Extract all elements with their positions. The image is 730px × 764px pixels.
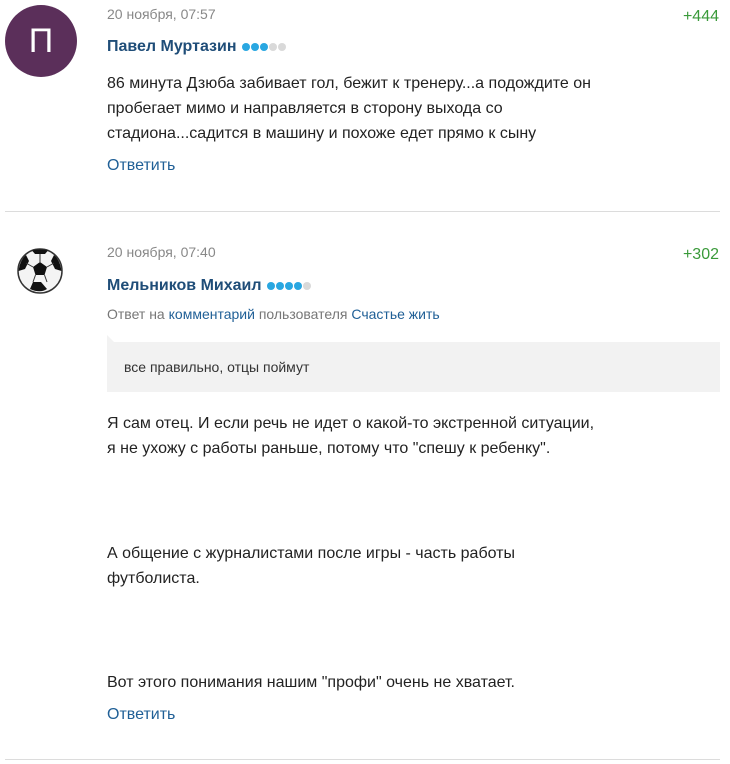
comment-text: А общение с журналистами после игры - ча… xyxy=(107,541,722,591)
reply-to-comment-link[interactable]: комментарий xyxy=(169,306,255,322)
author-name[interactable]: Павел Муртазин xyxy=(107,38,237,56)
rank-dot xyxy=(250,43,259,51)
rank-dots xyxy=(266,282,311,290)
comment-author[interactable]: Мельников Михаил xyxy=(107,277,311,295)
rank-dot xyxy=(275,282,284,290)
comment-line: Я сам отец. И если речь не идет о какой-… xyxy=(107,415,595,432)
comment-rating: +444 xyxy=(682,8,719,25)
avatar[interactable]: П xyxy=(5,5,77,77)
rank-dot xyxy=(241,43,250,51)
comment-line: стадиона...садится в машину и похоже еде… xyxy=(107,125,537,142)
comment-line: пробегает мимо и направляется в сторону … xyxy=(107,100,503,117)
reply-button[interactable]: Ответить xyxy=(107,157,175,175)
rank-dot xyxy=(259,43,268,51)
comment-author[interactable]: Павел Муртазин xyxy=(107,38,286,56)
reply-button[interactable]: Ответить xyxy=(107,706,175,724)
rank-dot xyxy=(284,282,293,290)
rank-dot xyxy=(302,282,311,290)
rank-dot xyxy=(277,43,286,51)
divider xyxy=(5,759,720,760)
comment-line: 86 минута Дзюба забивает гол, бежит к тр… xyxy=(107,75,591,92)
comment-line: А общение с журналистами после игры - ча… xyxy=(107,545,515,562)
rank-dot xyxy=(266,282,275,290)
comment-text: Я сам отец. И если речь не идет о какой-… xyxy=(107,411,722,461)
rank-dots xyxy=(241,43,286,51)
comment-line: Вот этого понимания нашим "профи" очень … xyxy=(107,674,515,691)
comment-text: Вот этого понимания нашим "профи" очень … xyxy=(107,670,722,695)
comment-date: 20 ноября, 07:40 xyxy=(107,244,216,260)
reply-to-prefix: Ответ на xyxy=(107,306,165,322)
comment-text: 86 минута Дзюба забивает гол, бежит к тр… xyxy=(107,71,722,146)
quoted-comment: все правильно, отцы поймут xyxy=(107,342,720,392)
comment-line: футболиста. xyxy=(107,570,200,587)
comment-rating: +302 xyxy=(682,246,719,263)
rank-dot xyxy=(293,282,302,290)
divider xyxy=(5,211,720,212)
reply-to-middle: пользователя xyxy=(258,306,348,322)
reply-to-line: Ответ на комментарий пользователя Счасть… xyxy=(107,306,440,322)
soccer-ball-icon[interactable] xyxy=(16,247,64,295)
comment-date: 20 ноября, 07:57 xyxy=(107,6,216,22)
reply-to-user-link[interactable]: Счастье жить xyxy=(351,306,439,322)
rank-dot xyxy=(268,43,277,51)
comment-line: я не ухожу с работы раньше, потому что "… xyxy=(107,440,551,457)
author-name[interactable]: Мельников Михаил xyxy=(107,277,262,295)
